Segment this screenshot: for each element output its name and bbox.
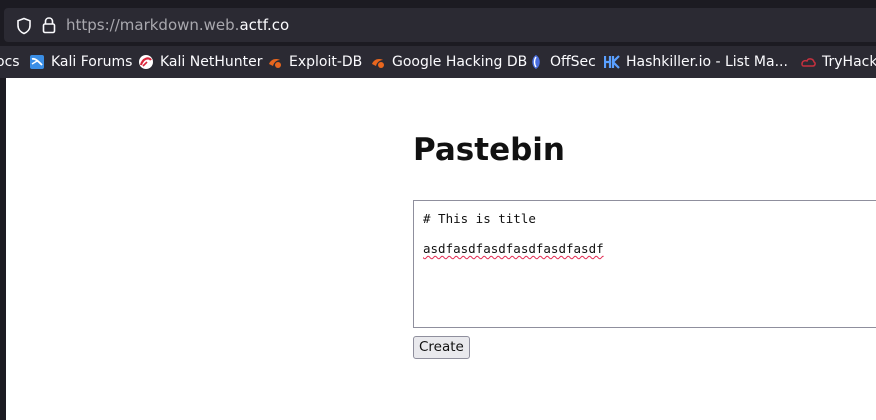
bookmarks-bar: ocs Kali Forums Kali NetHunter Exploit-D… <box>0 46 876 78</box>
hashkiller-icon <box>604 55 620 69</box>
bookmark-label: ocs <box>0 54 20 70</box>
create-button[interactable]: Create <box>413 336 470 359</box>
address-bar[interactable]: https://markdown.web.actf.co <box>4 8 876 42</box>
lock-icon[interactable] <box>41 16 57 34</box>
editor-line-body: asdfasdfasdfasdfasdfasdf <box>423 241 604 256</box>
offsec-icon <box>532 55 540 69</box>
bookmark-label: OffSec <box>550 54 596 70</box>
bookmark-kali-forums[interactable]: Kali Forums <box>29 46 132 78</box>
bookmark-google-hacking-db[interactable]: Google Hacking DB <box>370 46 527 78</box>
tryhackme-icon <box>801 58 816 67</box>
bookmark-label: Kali NetHunter <box>160 54 263 70</box>
url-text[interactable]: https://markdown.web.actf.co <box>66 16 289 34</box>
editor-line-heading: # This is title <box>423 211 536 226</box>
bookmark-label: TryHackM <box>822 54 876 70</box>
bookmark-label: Kali Forums <box>51 54 133 70</box>
shield-icon[interactable] <box>15 17 33 35</box>
bookmark-hashkiller[interactable]: Hashkiller.io - List Ma... <box>604 46 788 78</box>
browser-toolbar: https://markdown.web.actf.co <box>0 0 876 46</box>
bookmark-kali-nethunter[interactable]: Kali NetHunter <box>138 46 262 78</box>
page-content: Pastebin # This is title asdfasdfasdfasd… <box>6 78 876 420</box>
kali-nethunter-icon <box>139 55 153 69</box>
bookmark-offsec[interactable]: OffSec <box>528 46 596 78</box>
page-title: Pastebin <box>413 132 565 168</box>
kali-forums-icon <box>30 55 44 69</box>
bookmark-label: Google Hacking DB <box>392 54 528 70</box>
bookmark-exploit-db[interactable]: Exploit-DB <box>267 46 362 78</box>
url-prefix: https://markdown.web. <box>66 16 240 34</box>
bookmark-tryhackme[interactable]: TryHackM <box>800 46 876 78</box>
url-host: actf.co <box>239 16 290 34</box>
bookmark-docs[interactable]: ocs <box>0 46 20 78</box>
paste-textarea[interactable]: # This is title asdfasdfasdfasdfasdfasdf <box>413 200 876 328</box>
exploit-db-icon <box>269 59 281 68</box>
ghdb-icon <box>372 59 384 68</box>
bookmark-label: Hashkiller.io - List Ma... <box>626 54 788 70</box>
bookmark-label: Exploit-DB <box>289 54 363 70</box>
